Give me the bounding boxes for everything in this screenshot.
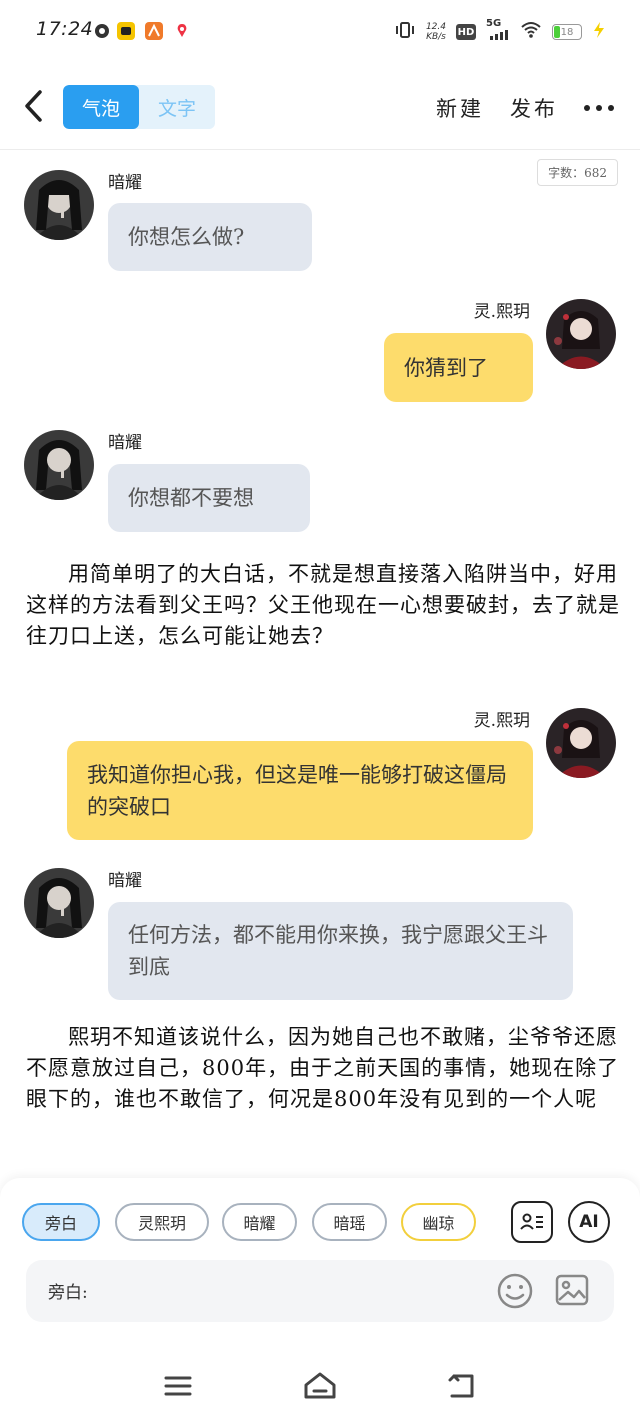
status-bar: 17:24 12.4 KB/s HD 5G 18 [0,0,640,64]
more-dots-icon [584,105,590,111]
wifi-icon [520,21,542,43]
avatar-anyao[interactable] [24,868,94,938]
home-button[interactable] [300,1368,340,1404]
narration-text[interactable]: 熙玥不知道该说什么，因为她自己也不敢赌，尘爷爷还愿不愿意放过自己，800年，由于… [26,1022,622,1115]
browser-notification-icon [93,22,111,40]
compose-input[interactable] [106,1272,486,1310]
avatar-anyao[interactable] [24,430,94,500]
app-notification-icon [117,22,135,40]
message-bubble[interactable]: 我知道你担心我，但这是唯一能够打破这僵局的突破口 [67,741,533,840]
battery-level: 18 [560,26,574,38]
status-indicators: 12.4 KB/s HD 5G 18 [394,18,606,46]
character-chip-anyao2[interactable]: 暗瑶 [312,1203,387,1241]
character-list-icon [520,1213,543,1230]
sender-name: 暗耀 [108,173,142,193]
avatar-anyao[interactable] [24,170,94,240]
message-bubble[interactable]: 任何方法，都不能用你来换，我宁愿跟父王斗到底 [108,902,573,1000]
new-button[interactable]: 新建 [436,93,484,123]
sender-name: 灵.熙玥 [473,302,530,322]
system-nav-bar [0,1348,640,1422]
cellular-signal-icon: 5G [486,18,510,42]
network-type: 5G [486,18,502,29]
back-icon [448,1374,474,1398]
vibrate-icon [394,20,416,44]
avatar-lingxiyue[interactable] [546,299,616,369]
avatar-lingxiyue[interactable] [546,708,616,778]
word-count: 字数：682 [537,159,618,186]
sender-name: 暗耀 [108,871,142,891]
chevron-left-icon [25,90,42,122]
ai-button-label: AI [579,1212,599,1232]
status-time: 17:24 [36,18,94,40]
menu-button[interactable] [158,1368,198,1404]
character-chip-anyao[interactable]: 暗耀 [222,1203,297,1241]
character-chip-youqiong[interactable]: 幽琼 [401,1203,476,1241]
image-icon [555,1274,589,1306]
message-bubble[interactable]: 你想怎么做? [108,203,312,271]
back-nav-button[interactable] [442,1368,482,1404]
ai-button[interactable]: AI [568,1201,610,1243]
hd-badge: HD [456,24,476,40]
emoji-icon [497,1273,533,1309]
network-speed: 12.4 KB/s [426,22,446,42]
home-icon [304,1372,336,1399]
sender-name: 暗耀 [108,433,142,453]
message-bubble[interactable]: 你猜到了 [384,333,533,402]
mode-bubble-tab[interactable]: 气泡 [63,85,139,129]
message-bubble[interactable]: 你想都不要想 [108,464,310,532]
header-actions: 新建 发布 [436,88,614,128]
menu-icon [164,1376,192,1396]
character-list-button[interactable] [511,1201,553,1243]
sender-name: 灵.熙玥 [473,711,530,731]
compose-input-box: 旁白: [26,1260,614,1322]
back-button[interactable] [18,86,48,126]
mode-toggle: 气泡 文字 [63,85,215,129]
charging-icon [592,21,606,43]
network-speed-value: 12.4 [425,22,446,32]
character-chip-narrator[interactable]: 旁白 [22,1203,100,1241]
compose-input-label: 旁白: [48,1283,88,1303]
editor-header: 气泡 文字 新建 发布 [0,64,640,150]
emoji-button[interactable] [496,1272,534,1310]
map-pin-icon [173,22,191,40]
network-speed-unit: KB/s [426,32,446,42]
image-button[interactable] [554,1272,590,1308]
battery-indicator: 18 [552,24,582,40]
more-button[interactable] [584,93,614,123]
character-chip-lingxiyue[interactable]: 灵熙玥 [115,1203,209,1241]
narration-text[interactable]: 用简单明了的大白话，不就是想直接落入陷阱当中，好用这样的方法看到父王吗？父王他现… [26,559,622,652]
mode-text-tab[interactable]: 文字 [139,85,215,129]
publish-button[interactable]: 发布 [510,93,558,123]
shop-notification-icon [145,22,163,40]
